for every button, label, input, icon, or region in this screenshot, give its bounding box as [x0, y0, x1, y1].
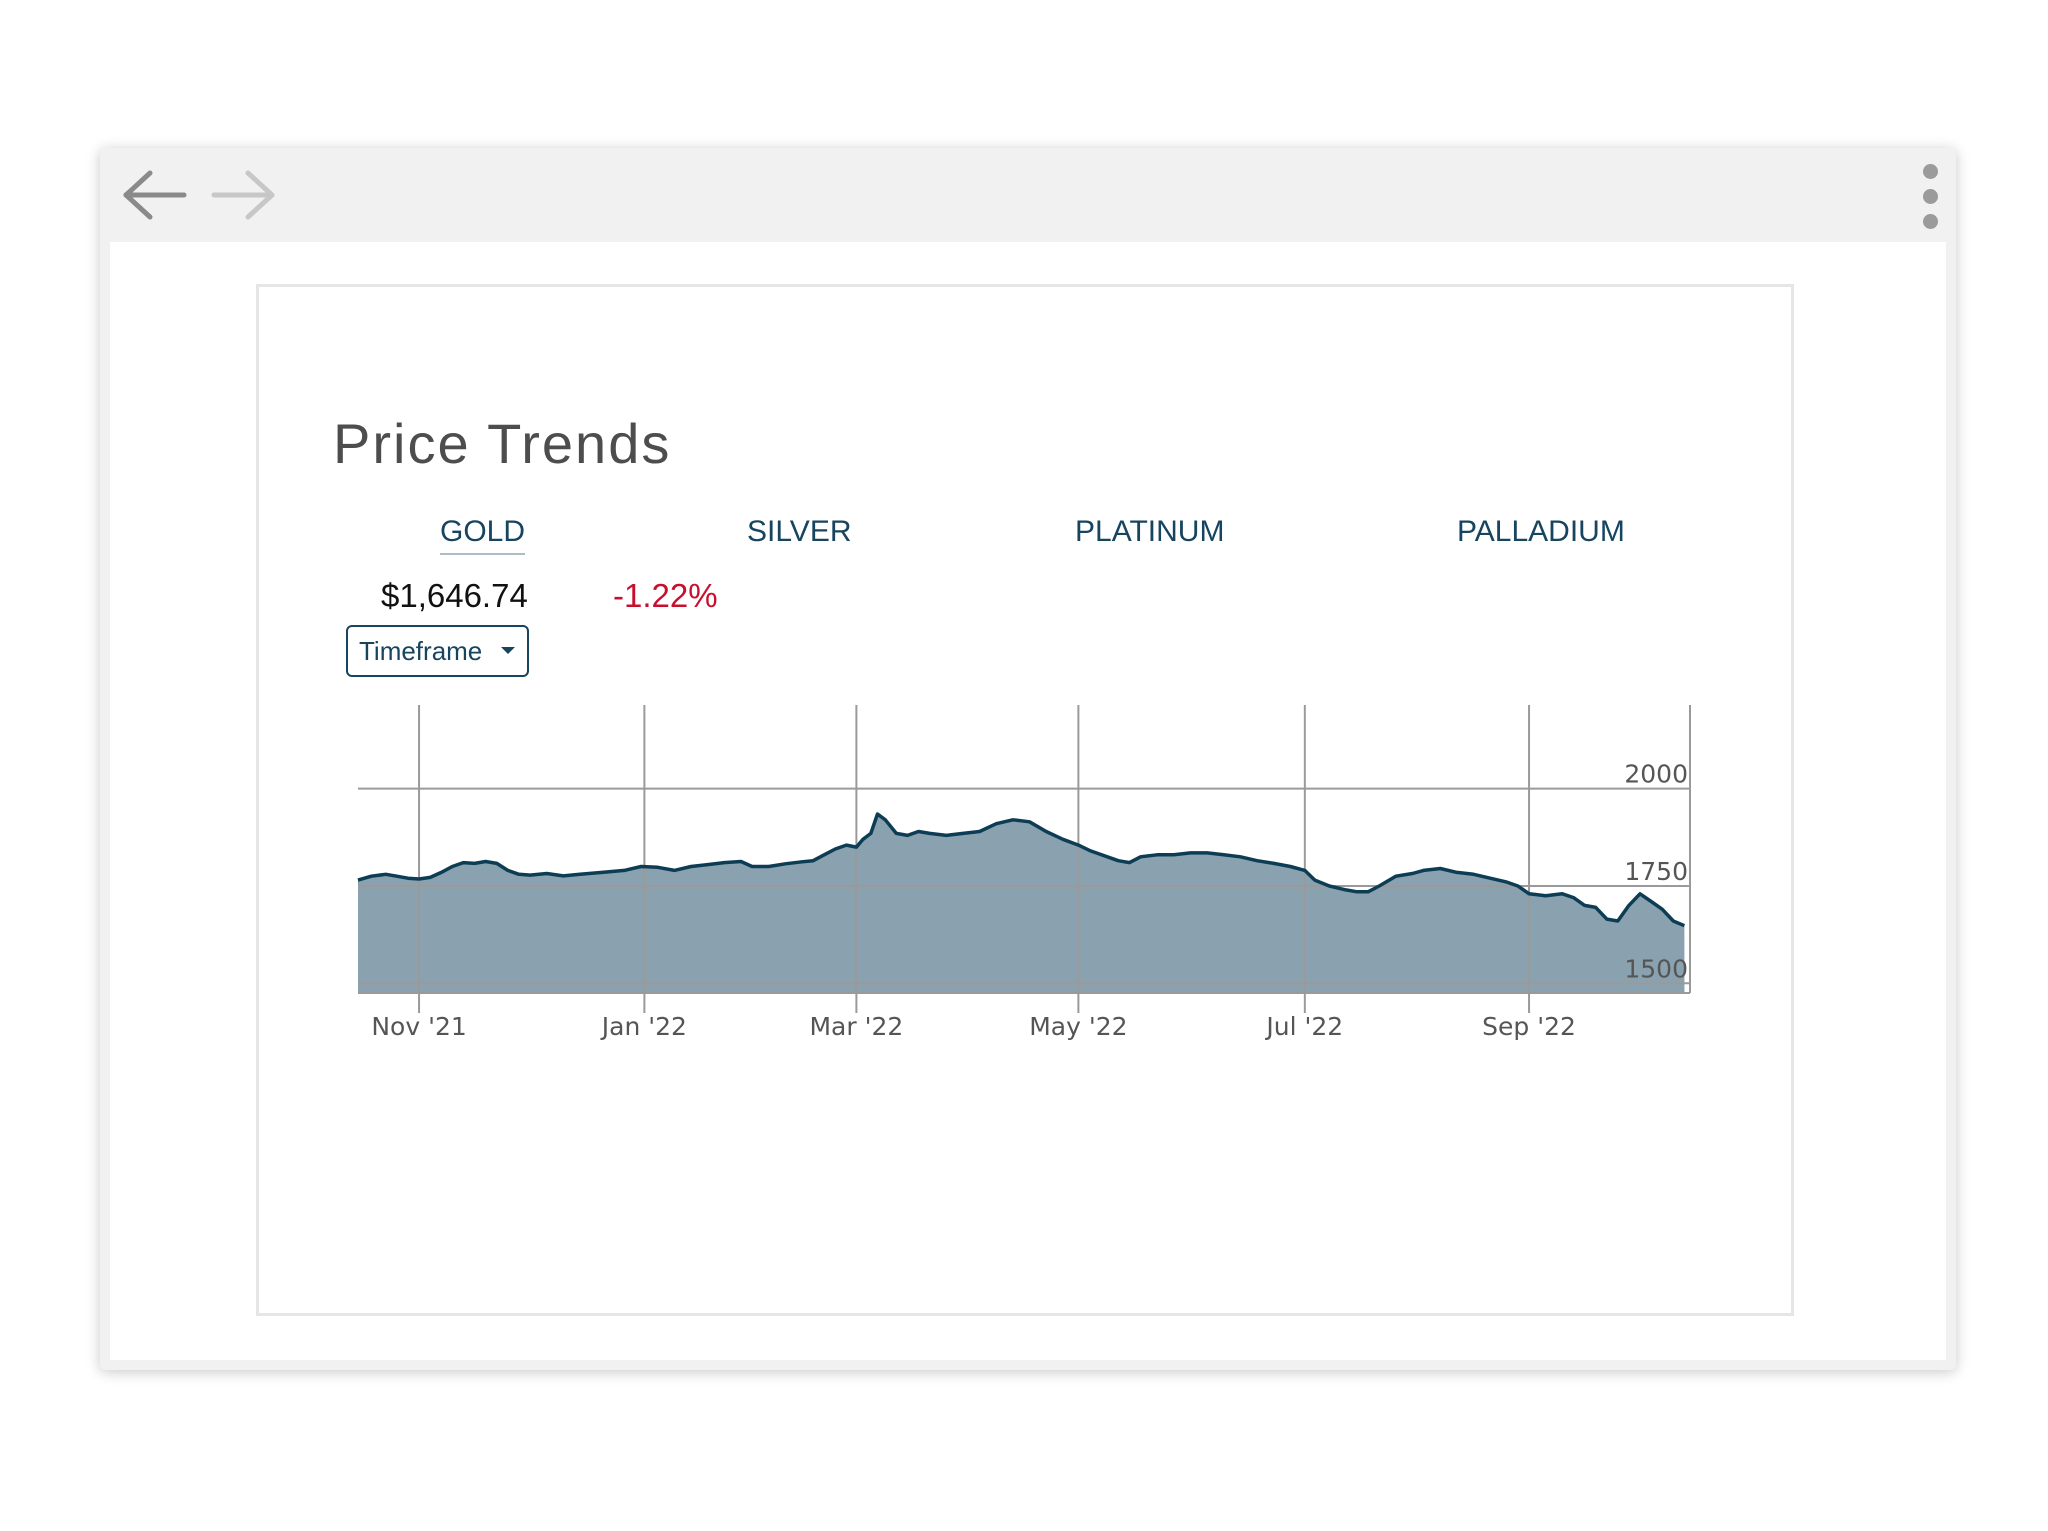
y-tick-label: 1750 [1624, 857, 1688, 886]
browser-toolbar [100, 148, 1956, 242]
y-tick-label: 2000 [1624, 760, 1688, 789]
browser-window: Price Trends GOLD SILVER PLATINUM PALLAD… [100, 148, 1956, 1370]
x-tick-label: Jan '22 [600, 1012, 687, 1041]
series-area [358, 814, 1685, 993]
price-chart: 2000 1750 1500 Nov '21 Jan '22 Mar '22 May '22… [357, 705, 1691, 1041]
page-viewport: Price Trends GOLD SILVER PLATINUM PALLAD… [110, 242, 1946, 1360]
arrow-left-icon[interactable] [120, 168, 190, 222]
more-vertical-icon[interactable] [1918, 164, 1942, 234]
x-tick-label: Nov '21 [371, 1012, 466, 1041]
x-tick-label: Mar '22 [809, 1012, 903, 1041]
y-tick-label: 1500 [1624, 954, 1688, 983]
price-trends-card: Price Trends GOLD SILVER PLATINUM PALLAD… [256, 284, 1794, 1316]
arrow-right-icon[interactable] [208, 168, 278, 222]
x-tick-label: May '22 [1029, 1012, 1127, 1041]
x-tick-label: Sep '22 [1482, 1012, 1576, 1041]
x-tick-label: Jul '22 [1264, 1012, 1343, 1041]
